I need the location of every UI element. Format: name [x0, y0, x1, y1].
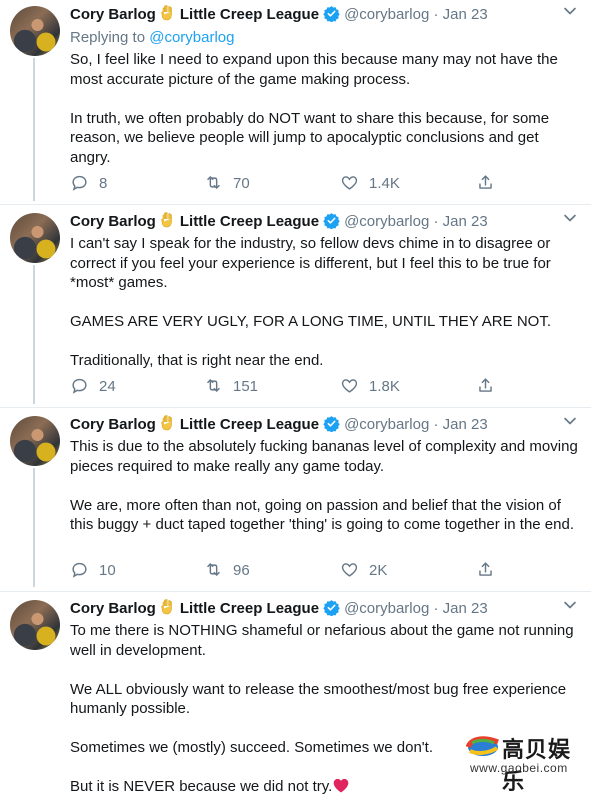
reply-to-handle-link[interactable]: @corybarlog [149, 29, 234, 46]
tweet-paragraph: So, I feel like I need to expand upon th… [70, 51, 558, 88]
retweet-button[interactable]: 151 [204, 376, 258, 398]
verified-badge-icon [323, 415, 340, 432]
retweet-icon [204, 376, 223, 395]
chevron-down-icon[interactable] [563, 213, 577, 223]
divider [0, 204, 591, 205]
tweet-3[interactable]: Cory Barlog Little Creep League @corybarlo… [0, 410, 591, 587]
heart-icon [340, 560, 359, 579]
like-count: 2K [369, 562, 388, 579]
verified-badge-icon [323, 212, 340, 229]
tweet-2[interactable]: Cory Barlog Little Creep League @corybarlo… [0, 207, 591, 404]
author-handle[interactable]: @corybarlog · Jan 23 [344, 416, 488, 433]
divider [0, 591, 591, 592]
tweet-text: So, I feel like I need to expand upon th… [70, 50, 580, 167]
author-handle[interactable]: @corybarlog · Jan 23 [344, 600, 488, 617]
tweet-paragraph: Traditionally, that is right near the en… [70, 352, 324, 369]
author-name[interactable]: Cory Barlog [70, 600, 156, 617]
author-name[interactable]: Cory Barlog [70, 213, 156, 230]
reply-button[interactable]: 8 [70, 173, 107, 195]
tweet-actions: 24 151 1.8K [70, 376, 510, 398]
heart-icon [340, 173, 359, 192]
tweet-paragraph: To me there is NOTHING shameful or nefar… [70, 622, 574, 659]
reply-icon [70, 173, 89, 192]
tweet-paragraph: In truth, we often probably do NOT want … [70, 109, 550, 166]
reply-button[interactable]: 10 [70, 560, 116, 582]
like-button[interactable]: 2K [340, 560, 387, 582]
vulcan-salute-icon [161, 4, 175, 22]
reply-icon [70, 560, 89, 579]
tweet-text: This is due to the absolutely fucking ba… [70, 437, 580, 535]
divider [0, 407, 591, 408]
vulcan-salute-icon [161, 598, 175, 616]
chevron-down-icon[interactable] [563, 600, 577, 610]
retweet-count: 96 [233, 562, 250, 579]
verified-badge-icon [323, 599, 340, 616]
author-name[interactable]: Cory Barlog [70, 6, 156, 23]
watermark: 高贝娱乐 www.gaobei.com [462, 728, 582, 795]
retweet-count: 151 [233, 378, 259, 395]
author-org[interactable]: Little Creep League [180, 416, 319, 433]
reply-count: 10 [99, 562, 116, 579]
like-count: 1.4K [369, 175, 400, 192]
like-button[interactable]: 1.8K [340, 376, 400, 398]
red-heart-icon [334, 778, 349, 793]
avatar[interactable] [10, 416, 60, 466]
retweet-button[interactable]: 96 [204, 560, 250, 582]
avatar[interactable] [10, 6, 60, 56]
author-name[interactable]: Cory Barlog [70, 416, 156, 433]
tweet-paragraph: I can't say I speak for the industry, so… [70, 235, 551, 291]
heart-icon [340, 376, 359, 395]
tweet-paragraph: This is due to the absolutely fucking ba… [70, 438, 578, 475]
reply-count: 8 [99, 175, 108, 192]
vulcan-salute-icon [161, 211, 175, 229]
tweet-text: I can't say I speak for the industry, so… [70, 234, 580, 371]
share-icon [476, 173, 495, 192]
tweet-actions: 8 70 1.4K [70, 173, 510, 195]
tweet-header: Cory Barlog Little Creep League @corybarlo… [70, 4, 591, 26]
tweet-header: Cory Barlog Little Creep League @corybarlo… [70, 414, 591, 436]
share-button[interactable] [476, 376, 495, 398]
reply-icon [70, 376, 89, 395]
author-org[interactable]: Little Creep League [180, 600, 319, 617]
author-org[interactable]: Little Creep League [180, 213, 319, 230]
tweet-paragraph: GAMES ARE VERY UGLY, FOR A LONG TIME, UN… [70, 313, 551, 330]
avatar[interactable] [10, 213, 60, 263]
tweet-header: Cory Barlog Little Creep League @corybarlo… [70, 211, 591, 233]
share-button[interactable] [476, 560, 495, 582]
verified-badge-icon [323, 5, 340, 22]
share-icon [476, 376, 495, 395]
tweet-1[interactable]: Cory Barlog Little Creep League @corybarlo… [0, 0, 591, 201]
reply-button[interactable]: 24 [70, 376, 116, 398]
thread-line [33, 58, 35, 201]
chevron-down-icon[interactable] [563, 6, 577, 16]
like-button[interactable]: 1.4K [340, 173, 400, 195]
retweet-button[interactable]: 70 [204, 173, 250, 195]
reply-count: 24 [99, 378, 116, 395]
tweet-paragraph: We ALL obviously want to release the smo… [70, 680, 567, 718]
watermark-logo-icon [466, 736, 499, 756]
author-handle[interactable]: @corybarlog · Jan 23 [344, 6, 488, 23]
retweet-icon [204, 560, 223, 579]
author-org[interactable]: Little Creep League [180, 6, 319, 23]
chevron-down-icon[interactable] [563, 416, 577, 426]
vulcan-salute-icon [161, 414, 175, 432]
tweet-paragraph: We are, more often than not, going on pa… [70, 496, 574, 534]
retweet-count: 70 [233, 175, 250, 192]
like-count: 1.8K [369, 378, 400, 395]
tweet-header: Cory Barlog Little Creep League @corybarlo… [70, 598, 591, 620]
share-button[interactable] [476, 173, 495, 195]
thread-line [33, 468, 35, 587]
retweet-icon [204, 173, 223, 192]
watermark-url: www.gaobei.com [470, 761, 568, 775]
share-icon [476, 560, 495, 579]
avatar[interactable] [10, 600, 60, 650]
replying-to: Replying to @corybarlog [70, 29, 235, 46]
author-handle[interactable]: @corybarlog · Jan 23 [344, 213, 488, 230]
tweet-actions: 10 96 2K [70, 560, 510, 582]
thread-line [33, 265, 35, 404]
